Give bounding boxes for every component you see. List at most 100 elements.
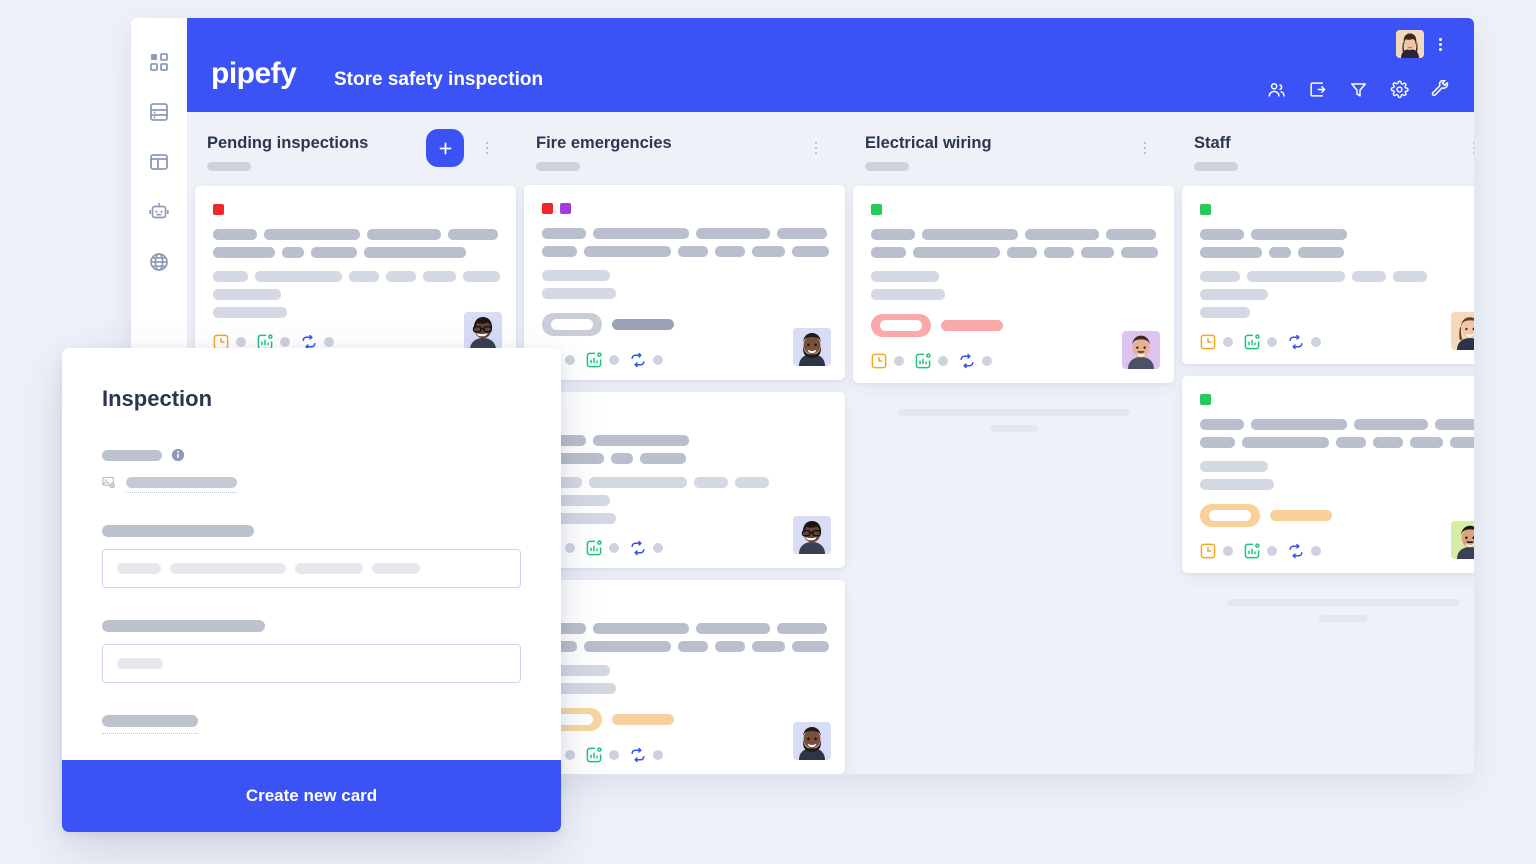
text-skeleton-bar	[1200, 437, 1236, 448]
card-assignee-avatar[interactable]	[793, 327, 831, 366]
text-skeleton-bar	[1200, 479, 1274, 490]
clock-due-date-icon[interactable]	[1200, 334, 1216, 350]
board-card[interactable]	[524, 391, 845, 568]
clock-due-date-icon[interactable]	[1200, 543, 1216, 559]
text-skeleton-bar	[593, 434, 689, 446]
add-card-button[interactable]	[426, 129, 464, 167]
avatar[interactable]	[1396, 30, 1424, 58]
card-tag-bar	[941, 320, 1003, 331]
text-skeleton-bar	[1372, 437, 1403, 448]
text-skeleton-bar	[611, 452, 633, 464]
card-meta-dot	[1267, 337, 1277, 347]
input-placeholder-chip	[372, 563, 420, 575]
column-kebab-menu[interactable]	[480, 139, 494, 157]
connection-repeat-icon[interactable]	[630, 540, 646, 556]
settings-gear-icon[interactable]	[1390, 80, 1409, 99]
card-text-line	[542, 640, 829, 652]
column-count-placeholder	[1194, 161, 1238, 171]
card-tag-row	[542, 313, 829, 337]
board-card[interactable]	[524, 579, 845, 774]
column-count-placeholder	[536, 161, 580, 171]
column-title: Fire emergencies	[536, 134, 672, 152]
board-card[interactable]	[195, 186, 516, 364]
pipe-header: pipefy Store safety inspection	[187, 18, 1474, 112]
checklist-progress-icon[interactable]	[1244, 334, 1260, 350]
text-skeleton-bar	[1080, 247, 1114, 258]
board-column: Fire emergencies	[524, 124, 845, 774]
text-skeleton-bar	[1025, 229, 1099, 240]
layout-panel-icon[interactable]	[147, 150, 171, 174]
text-skeleton-bar	[584, 640, 671, 652]
checklist-progress-icon[interactable]	[586, 352, 602, 368]
card-assignee-avatar[interactable]	[793, 722, 831, 761]
database-icon[interactable]	[147, 100, 171, 124]
text-skeleton-bar	[1200, 307, 1250, 318]
board-card[interactable]	[1182, 186, 1474, 364]
text-input-1[interactable]	[102, 549, 521, 589]
column-card-list	[853, 186, 1174, 774]
board-card[interactable]	[1182, 376, 1474, 573]
board-card[interactable]	[853, 186, 1174, 383]
checklist-progress-icon[interactable]	[1244, 543, 1260, 559]
card-text-line	[213, 289, 500, 300]
text-skeleton-bar	[791, 246, 829, 258]
robot-automation-icon[interactable]	[147, 200, 171, 224]
filter-icon[interactable]	[1349, 80, 1368, 99]
card-text-line	[542, 476, 829, 488]
connection-repeat-icon[interactable]	[959, 353, 975, 369]
column-title: Staff	[1194, 134, 1231, 152]
connection-repeat-icon[interactable]	[1288, 543, 1304, 559]
wrench-tools-icon[interactable]	[1431, 80, 1450, 99]
checklist-progress-icon[interactable]	[586, 746, 602, 763]
checklist-progress-icon[interactable]	[586, 540, 602, 556]
create-card-modal: Inspection Create new card	[62, 348, 561, 832]
connection-repeat-icon[interactable]	[1288, 334, 1304, 350]
column-header: Fire emergencies	[524, 124, 845, 185]
card-meta-dot	[653, 749, 663, 760]
members-icon[interactable]	[1267, 80, 1286, 99]
text-skeleton-bar	[1269, 247, 1291, 258]
card-assignee-avatar[interactable]	[1451, 312, 1474, 350]
card-label-row	[542, 598, 829, 609]
column-kebab-menu[interactable]	[809, 139, 823, 157]
connection-repeat-icon[interactable]	[630, 747, 646, 763]
text-skeleton-bar	[213, 247, 275, 258]
text-input-2[interactable]	[102, 644, 521, 684]
text-skeleton-bar	[542, 228, 586, 240]
pipefy-logo[interactable]: pipefy	[211, 59, 297, 89]
card-meta-dot	[982, 356, 992, 366]
card-assignee-avatar[interactable]	[1451, 521, 1474, 559]
info-circle-icon[interactable]	[171, 448, 185, 462]
board-card[interactable]	[524, 185, 845, 380]
text-skeleton-bar	[777, 622, 827, 634]
dashboard-grid-icon[interactable]	[147, 50, 171, 74]
text-skeleton-bar	[213, 307, 287, 318]
card-assignee-avatar[interactable]	[1122, 331, 1160, 369]
field-label-placeholder	[102, 620, 265, 633]
modal-body: Inspection	[62, 348, 561, 760]
card-assignee-avatar[interactable]	[793, 515, 831, 554]
checklist-progress-icon[interactable]	[915, 353, 931, 369]
text-skeleton-bar	[871, 247, 907, 258]
column-kebab-menu[interactable]	[1467, 139, 1474, 157]
connection-repeat-icon[interactable]	[630, 352, 646, 368]
globe-icon[interactable]	[147, 250, 171, 274]
column-kebab-menu[interactable]	[1138, 139, 1152, 157]
text-skeleton-bar	[871, 289, 945, 300]
card-meta-dot	[565, 542, 575, 553]
text-skeleton-bar	[462, 271, 500, 282]
header-kebab-menu[interactable]	[1432, 35, 1448, 53]
card-meta-dot	[1267, 546, 1277, 556]
clock-due-date-icon[interactable]	[871, 353, 887, 369]
text-skeleton-bar	[913, 247, 1000, 258]
card-assignee-avatar[interactable]	[464, 312, 502, 350]
create-new-card-button[interactable]: Create new card	[62, 760, 561, 832]
form-field-readonly-2	[102, 715, 521, 735]
inbox-import-icon[interactable]	[1308, 80, 1327, 99]
form-field-text-1	[102, 525, 521, 589]
card-meta-dot	[609, 749, 619, 760]
card-text-line	[871, 271, 1158, 282]
text-skeleton-bar	[367, 229, 441, 240]
modal-title: Inspection	[102, 386, 213, 411]
card-meta-dot	[609, 542, 619, 553]
